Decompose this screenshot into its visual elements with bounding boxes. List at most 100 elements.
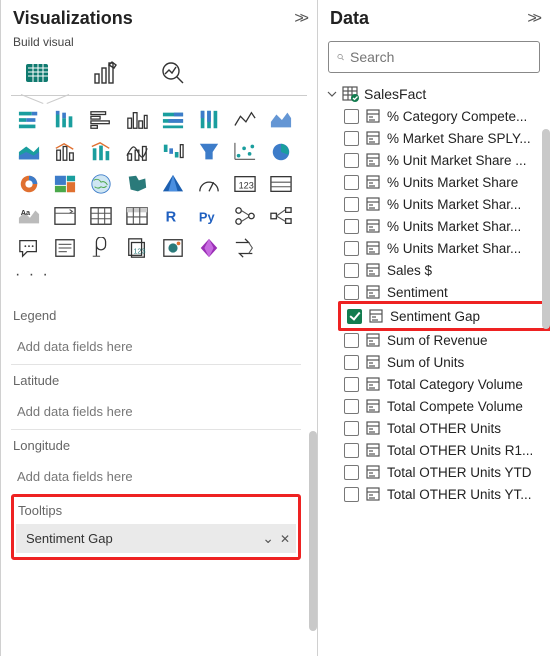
powerapps-icon[interactable] [193, 234, 225, 262]
field-checkbox[interactable] [344, 285, 359, 300]
field-label: Sum of Revenue [387, 333, 488, 348]
filled-map-icon[interactable] [121, 170, 153, 198]
field-checkbox[interactable] [344, 131, 359, 146]
azure-map-icon[interactable] [157, 170, 189, 198]
field-checkbox[interactable] [344, 421, 359, 436]
field-row[interactable]: Total OTHER Units YT... [342, 483, 550, 505]
field-checkbox[interactable] [344, 263, 359, 278]
field-label: % Category Compete... [387, 109, 527, 124]
field-checkbox[interactable] [344, 487, 359, 502]
field-row[interactable]: % Units Market Share [342, 171, 550, 193]
line-stackcol-icon[interactable] [85, 138, 117, 166]
well-legend-drop[interactable]: Add data fields here [11, 329, 301, 364]
field-row[interactable]: % Units Market Shar... [342, 237, 550, 259]
line-icon[interactable] [229, 106, 261, 134]
search-input[interactable] [350, 49, 531, 65]
slicer-icon[interactable] [49, 202, 81, 230]
field-row[interactable]: % Category Compete... [342, 105, 550, 127]
clustered-col-icon[interactable] [121, 106, 153, 134]
matrix-icon[interactable] [121, 202, 153, 230]
funnel-icon[interactable] [193, 138, 225, 166]
field-checkbox[interactable] [344, 153, 359, 168]
data-scrollbar[interactable] [542, 129, 550, 329]
svg-text:Py: Py [199, 210, 216, 225]
field-checkbox[interactable] [344, 443, 359, 458]
waterfall-icon[interactable] [157, 138, 189, 166]
field-checkbox[interactable] [344, 399, 359, 414]
pie-icon[interactable] [265, 138, 297, 166]
well-longitude-drop[interactable]: Add data fields here [11, 459, 301, 494]
py-visual-icon[interactable]: Py [193, 202, 225, 230]
stacked-area-icon[interactable] [13, 138, 45, 166]
field-row[interactable]: Total OTHER Units R1... [342, 439, 550, 461]
area-icon[interactable] [265, 106, 297, 134]
collapse-data-icon[interactable]: >> [527, 10, 538, 28]
svg-text:123: 123 [133, 247, 145, 256]
qna-icon[interactable] [13, 234, 45, 262]
field-checkbox[interactable] [344, 109, 359, 124]
field-row[interactable]: Total OTHER Units YTD [342, 461, 550, 483]
field-row[interactable]: Sum of Units [342, 351, 550, 373]
field-row[interactable]: % Units Market Shar... [342, 215, 550, 237]
tooltips-field-chip[interactable]: Sentiment Gap ⌄ ✕ [16, 524, 296, 553]
map-icon[interactable] [85, 170, 117, 198]
paginated-icon[interactable]: 123 [121, 234, 153, 262]
line-col-icon[interactable] [49, 138, 81, 166]
field-row[interactable]: Total Category Volume [342, 373, 550, 395]
clustered-bar-icon[interactable] [85, 106, 117, 134]
field-row[interactable]: Total OTHER Units [342, 417, 550, 439]
stacked-bar-icon[interactable] [13, 106, 45, 134]
search-input-wrap[interactable] [328, 41, 540, 73]
field-checkbox[interactable] [344, 333, 359, 348]
arcgis-icon[interactable] [157, 234, 189, 262]
field-checkbox[interactable] [344, 465, 359, 480]
multi-card-icon[interactable] [265, 170, 297, 198]
field-row[interactable]: % Units Market Shar... [342, 193, 550, 215]
field-checkbox[interactable] [344, 355, 359, 370]
goals-icon[interactable] [85, 234, 117, 262]
field-row[interactable]: % Unit Market Share ... [342, 149, 550, 171]
field-checkbox[interactable] [344, 197, 359, 212]
donut-icon[interactable] [13, 170, 45, 198]
kpi-icon[interactable]: Aa [13, 202, 45, 230]
field-checkbox[interactable] [347, 309, 362, 324]
gauge-icon[interactable] [193, 170, 225, 198]
field-row[interactable]: Sentiment Gap [345, 305, 547, 327]
field-row[interactable]: % Market Share SPLY... [342, 127, 550, 149]
field-label: % Units Market Shar... [387, 197, 521, 212]
100stacked-col-icon[interactable] [193, 106, 225, 134]
table-salesfact[interactable]: SalesFact [324, 83, 550, 105]
ribbon-icon[interactable] [121, 138, 153, 166]
key-influencers-icon[interactable] [229, 202, 261, 230]
tab-build-visual[interactable] [17, 55, 57, 91]
field-checkbox[interactable] [344, 377, 359, 392]
field-row[interactable]: Sum of Revenue [342, 329, 550, 351]
measure-icon [365, 196, 381, 212]
field-checkbox[interactable] [344, 175, 359, 190]
chevron-down-icon[interactable]: ⌄ [262, 530, 274, 547]
collapse-viz-icon[interactable]: >> [294, 10, 305, 28]
treemap-icon[interactable] [49, 170, 81, 198]
well-latitude-drop[interactable]: Add data fields here [11, 394, 301, 429]
field-row[interactable]: Total Compete Volume [342, 395, 550, 417]
stacked-col-icon[interactable] [49, 106, 81, 134]
field-row[interactable]: Sales $ [342, 259, 550, 281]
100stacked-bar-icon[interactable] [157, 106, 189, 134]
data-title: Data [330, 8, 369, 29]
card-icon[interactable]: 123 [229, 170, 261, 198]
tab-format-visual[interactable] [85, 55, 125, 91]
narrative-icon[interactable] [49, 234, 81, 262]
field-checkbox[interactable] [344, 219, 359, 234]
more-visuals-button[interactable]: · · · [11, 264, 311, 286]
r-visual-icon[interactable]: R [157, 202, 189, 230]
tab-analytics[interactable] [153, 55, 193, 91]
viz-scrollbar[interactable] [309, 431, 317, 631]
scatter-icon[interactable] [229, 138, 261, 166]
decomposition-icon[interactable] [265, 202, 297, 230]
table-icon[interactable] [85, 202, 117, 230]
remove-field-icon[interactable]: ✕ [280, 532, 290, 546]
field-row[interactable]: Sentiment [342, 281, 550, 303]
field-checkbox[interactable] [344, 241, 359, 256]
automate-icon[interactable] [229, 234, 261, 262]
well-tooltips-highlight: Tooltips Sentiment Gap ⌄ ✕ [11, 494, 301, 560]
